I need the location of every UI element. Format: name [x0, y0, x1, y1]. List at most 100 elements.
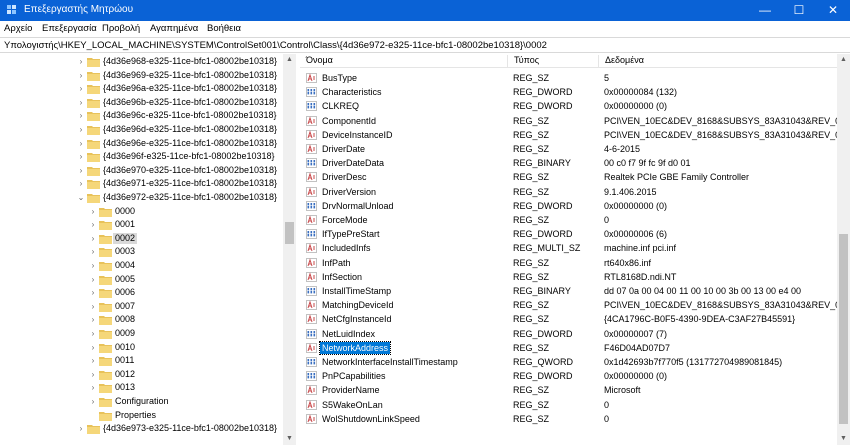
collapsed-chevron-icon[interactable]: › [88, 286, 98, 299]
collapsed-chevron-icon[interactable]: › [76, 123, 86, 136]
tree-item[interactable]: › 0003 [0, 245, 283, 259]
value-row[interactable]: InstallTimeStamp REG_BINARY dd 07 0a 00 04… [300, 284, 837, 298]
value-row[interactable]: NetworkInterfaceInstallTimestamp REG_QWOR… [300, 355, 837, 369]
value-row[interactable]: ProviderName REG_SZ Microsoft [300, 383, 837, 397]
tree-item[interactable]: › {4d36e970-e325-11ce-bfc1-08002be10318} [0, 164, 283, 178]
value-row[interactable]: ComponentId REG_SZ PCI\VEN_10EC&DEV_8168&S… [300, 114, 845, 128]
tree-item[interactable]: Properties [0, 409, 283, 423]
list-scroll-down-icon[interactable]: ▼ [837, 433, 850, 445]
collapsed-chevron-icon[interactable]: › [88, 232, 98, 245]
value-row[interactable]: NetLuidIndex REG_DWORD 0x00000007 (7) [300, 327, 837, 341]
tree-item[interactable]: › 0002 [0, 232, 283, 246]
collapsed-chevron-icon[interactable]: › [76, 82, 86, 95]
menu-file[interactable]: Αρχείο [4, 23, 32, 34]
collapsed-chevron-icon[interactable]: › [88, 368, 98, 381]
tree-scroll-thumb[interactable] [285, 222, 294, 244]
collapsed-chevron-icon[interactable]: › [88, 245, 98, 258]
value-row[interactable]: IncludedInfs REG_MULTI_SZ machine.inf pci.… [300, 241, 837, 255]
column-data-header[interactable]: Δεδομένα [599, 55, 837, 67]
collapsed-chevron-icon[interactable] [88, 409, 98, 422]
key-tree[interactable]: › {4d36e968-e325-11ce-bfc1-08002be10318} ›… [0, 54, 296, 445]
value-row[interactable]: InfSection REG_SZ RTL8168D.ndi.NT [300, 270, 837, 284]
menu-favorites[interactable]: Αγαπημένα [150, 23, 198, 34]
collapsed-chevron-icon[interactable]: › [88, 205, 98, 218]
collapsed-chevron-icon[interactable]: › [76, 137, 86, 150]
collapsed-chevron-icon[interactable]: › [88, 354, 98, 367]
value-row[interactable]: DriverDate REG_SZ 4-6-2015 [300, 142, 837, 156]
tree-item[interactable]: › 0010 [0, 341, 283, 355]
collapsed-chevron-icon[interactable]: › [76, 150, 86, 163]
maximize-button[interactable]: ☐ [782, 0, 816, 21]
tree-item[interactable]: › {4d36e968-e325-11ce-bfc1-08002be10318} [0, 55, 283, 69]
collapsed-chevron-icon[interactable]: › [88, 259, 98, 272]
collapsed-chevron-icon[interactable]: › [76, 109, 86, 122]
value-row[interactable]: InfPath REG_SZ rt640x86.inf [300, 256, 837, 270]
value-row[interactable]: ForceMode REG_SZ 0 [300, 213, 837, 227]
menu-help[interactable]: Βοήθεια [207, 23, 241, 34]
value-row[interactable]: CLKREQ REG_DWORD 0x00000000 (0) [300, 99, 837, 113]
tree-scroll-up-icon[interactable]: ▲ [283, 54, 296, 66]
tree-item[interactable]: › {4d36e96f-e325-11ce-bfc1-08002be10318} [0, 150, 283, 164]
tree-item[interactable]: › 0000 [0, 205, 283, 219]
minimize-button[interactable]: — [748, 0, 782, 21]
tree-item[interactable]: › Configuration [0, 395, 283, 409]
tree-item[interactable]: › 0006 [0, 286, 283, 300]
collapsed-chevron-icon[interactable]: › [76, 55, 86, 68]
tree-item[interactable]: › {4d36e96a-e325-11ce-bfc1-08002be10318} [0, 82, 283, 96]
value-row[interactable]: S5WakeOnLan REG_SZ 0 [300, 398, 837, 412]
value-row[interactable]: DrvNormalUnload REG_DWORD 0x00000000 (0) [300, 199, 837, 213]
collapsed-chevron-icon[interactable]: › [76, 69, 86, 82]
collapsed-chevron-icon[interactable]: › [76, 422, 86, 435]
collapsed-chevron-icon[interactable]: › [88, 395, 98, 408]
menu-view[interactable]: Προβολή [102, 23, 140, 34]
tree-scrollbar[interactable]: ▲ ▼ [283, 54, 296, 445]
tree-item[interactable]: ⌄ {4d36e972-e325-11ce-bfc1-08002be10318} [0, 191, 283, 205]
collapsed-chevron-icon[interactable]: › [76, 177, 86, 190]
value-row[interactable]: DriverDateData REG_BINARY 00 c0 f7 9f fc 9… [300, 156, 837, 170]
tree-scroll-down-icon[interactable]: ▼ [283, 433, 296, 445]
tree-item[interactable]: › 0007 [0, 300, 283, 314]
value-row[interactable]: NetCfgInstanceId REG_SZ {4CA1796C-B0F5-439… [300, 312, 837, 326]
collapsed-chevron-icon[interactable]: › [76, 164, 86, 177]
collapsed-chevron-icon[interactable]: › [88, 327, 98, 340]
value-row[interactable]: BusType REG_SZ 5 [300, 71, 837, 85]
address-path[interactable]: Υπολογιστής\HKEY_LOCAL_MACHINE\SYSTEM\Co… [4, 40, 547, 51]
tree-item[interactable]: › {4d36e96d-e325-11ce-bfc1-08002be10318} [0, 123, 283, 137]
close-button[interactable]: ✕ [816, 0, 850, 21]
collapsed-chevron-icon[interactable]: › [88, 218, 98, 231]
tree-item[interactable]: › {4d36e973-e325-11ce-bfc1-08002be10318} [0, 422, 283, 436]
list-scroll-thumb[interactable] [839, 234, 848, 424]
column-name-header[interactable]: Όνομα [300, 55, 508, 67]
value-row[interactable]: DriverDesc REG_SZ Realtek PCIe GBE Family … [300, 170, 837, 184]
value-row[interactable]: NetworkAddress REG_SZ F46D04AD07D7 [300, 340, 837, 355]
value-row[interactable]: DriverVersion REG_SZ 9.1.406.2015 [300, 185, 837, 199]
tree-item[interactable]: › 0001 [0, 218, 283, 232]
tree-item[interactable]: › {4d36e96b-e325-11ce-bfc1-08002be10318} [0, 96, 283, 110]
value-row[interactable]: MatchingDeviceId REG_SZ PCI\VEN_10EC&DEV_8… [300, 298, 845, 312]
values-list[interactable]: Όνομα Τύπος Δεδομένα BusType REG_SZ 5 Chara… [300, 54, 850, 445]
expanded-chevron-icon[interactable]: ⌄ [76, 191, 86, 204]
collapsed-chevron-icon[interactable]: › [88, 341, 98, 354]
tree-item[interactable]: › 0011 [0, 354, 283, 368]
column-type-header[interactable]: Τύπος [508, 55, 599, 67]
tree-item[interactable]: › {4d36e969-e325-11ce-bfc1-08002be10318} [0, 69, 283, 83]
tree-item[interactable]: › 0012 [0, 368, 283, 382]
tree-item[interactable]: › 0005 [0, 273, 283, 287]
tree-item[interactable]: › 0013 [0, 381, 283, 395]
value-row[interactable]: PnPCapabilities REG_DWORD 0x00000000 (0) [300, 369, 837, 383]
value-row[interactable]: Characteristics REG_DWORD 0x00000084 (132) [300, 85, 837, 99]
tree-item[interactable]: › {4d36e971-e325-11ce-bfc1-08002be10318} [0, 177, 283, 191]
value-row[interactable]: WolShutdownLinkSpeed REG_SZ 0 [300, 412, 837, 426]
value-row[interactable]: IfTypePreStart REG_DWORD 0x00000006 (6) [300, 227, 837, 241]
collapsed-chevron-icon[interactable]: › [88, 273, 98, 286]
tree-item[interactable]: › 0004 [0, 259, 283, 273]
address-bar[interactable]: Υπολογιστής\HKEY_LOCAL_MACHINE\SYSTEM\Co… [0, 37, 850, 53]
list-scroll-up-icon[interactable]: ▲ [837, 54, 850, 66]
tree-item[interactable]: › 0009 [0, 327, 283, 341]
collapsed-chevron-icon[interactable]: › [88, 313, 98, 326]
collapsed-chevron-icon[interactable]: › [76, 96, 86, 109]
collapsed-chevron-icon[interactable]: › [88, 300, 98, 313]
menu-edit[interactable]: Επεξεργασία [42, 23, 97, 34]
tree-item[interactable]: › 0008 [0, 313, 283, 327]
tree-item[interactable]: › {4d36e96e-e325-11ce-bfc1-08002be10318} [0, 137, 283, 151]
